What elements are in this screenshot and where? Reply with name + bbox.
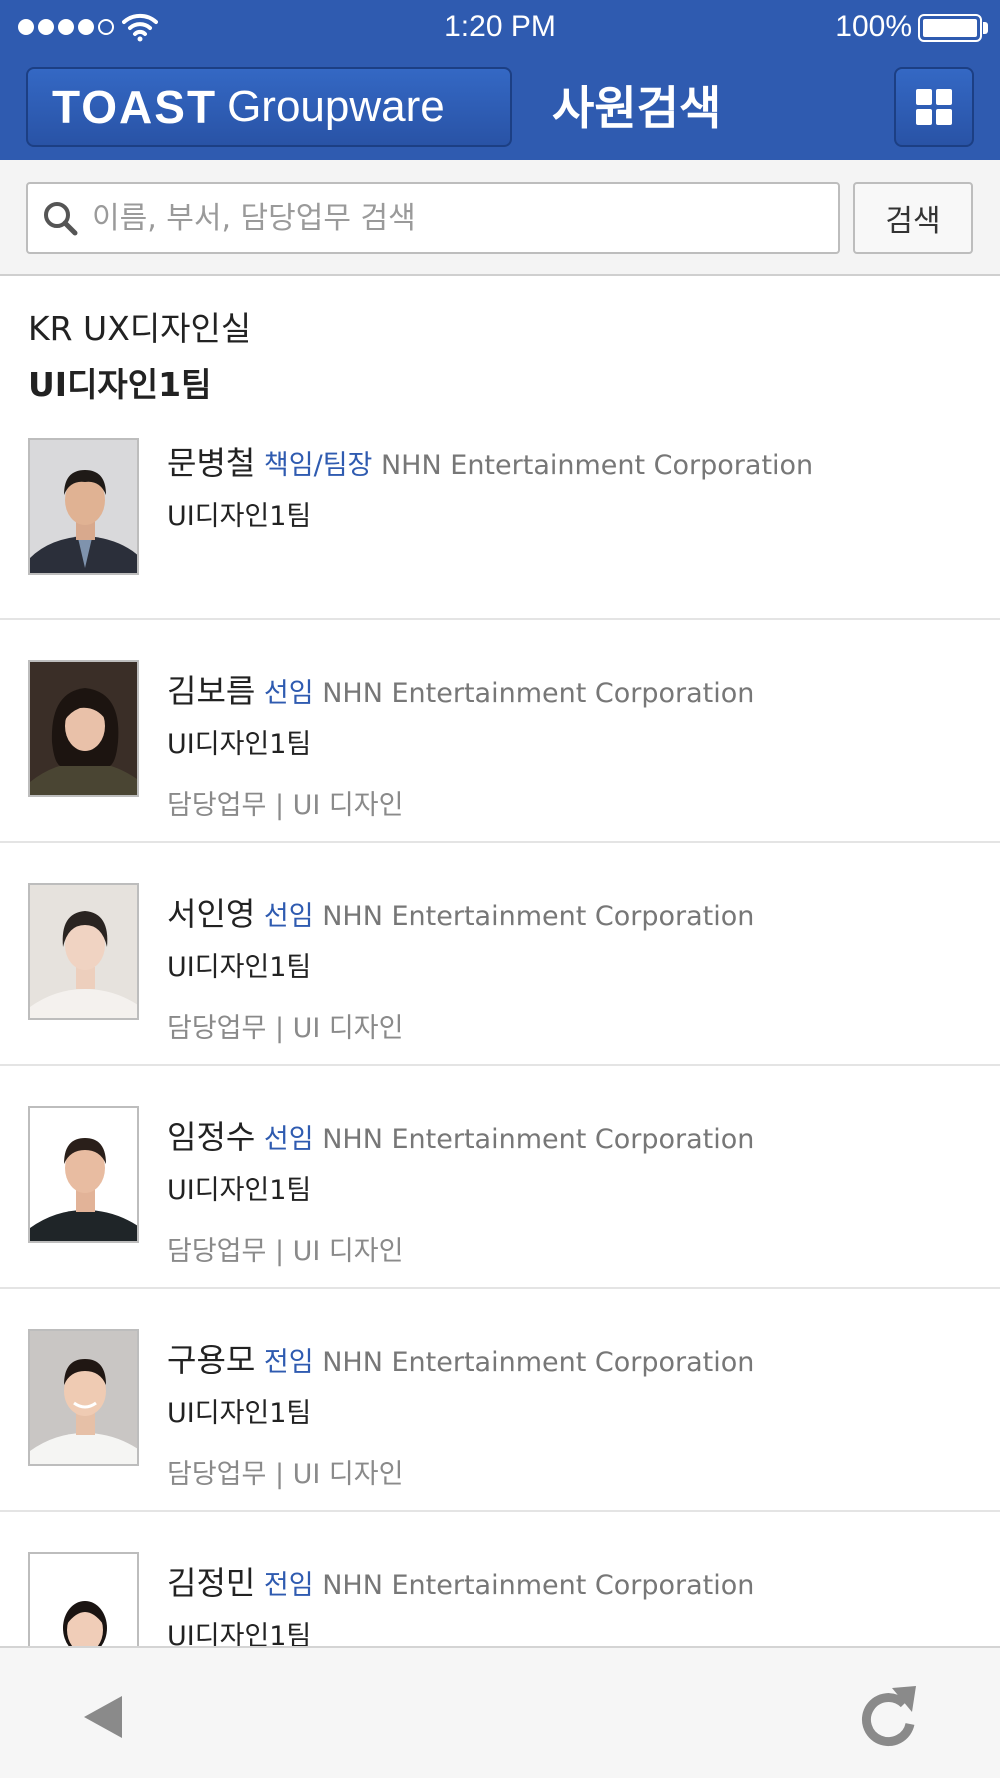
employee-team: UI디자인1팀 — [167, 952, 312, 983]
battery-icon — [918, 14, 982, 42]
employee-photo — [28, 1552, 139, 1646]
search-field[interactable] — [26, 182, 840, 254]
employee-info: 임정수 선임 NHN Entertainment Corporation UI디… — [167, 1112, 754, 1268]
battery-percentage: 100% — [835, 10, 912, 43]
employee-company: NHN Entertainment Corporation — [322, 901, 755, 932]
app-header: TOAST Groupware 사원검색 — [0, 54, 1000, 160]
department-heading: KR UX디자인실 UI디자인1팀 — [28, 302, 251, 406]
employee-row[interactable]: 서인영 선임 NHN Entertainment Corporation UI디… — [0, 843, 1000, 1066]
search-bar: 검색 — [0, 160, 1000, 276]
employee-duty: 담당업무 | UI 디자인 — [167, 1459, 404, 1490]
employee-team: UI디자인1팀 — [167, 1175, 312, 1206]
employee-photo — [28, 438, 139, 575]
employee-photo — [28, 1106, 139, 1243]
employee-name: 문병철 — [167, 444, 256, 482]
employee-row[interactable]: 문병철 책임/팀장 NHN Entertainment Corporation … — [0, 416, 1000, 620]
employee-photo — [28, 1329, 139, 1466]
status-bar: 1:20 PM 100% — [0, 0, 1000, 54]
employee-photo — [28, 660, 139, 797]
employee-duty: 담당업무 | UI 디자인 — [167, 1236, 404, 1267]
employee-row[interactable]: 임정수 선임 NHN Entertainment Corporation UI디… — [0, 1066, 1000, 1289]
team-name: UI디자인1팀 — [28, 365, 212, 404]
employee-info: 구용모 전임 NHN Entertainment Corporation UI디… — [167, 1335, 754, 1491]
employee-company: NHN Entertainment Corporation — [380, 450, 814, 481]
search-icon — [44, 202, 78, 236]
employee-row[interactable]: 구용모 전임 NHN Entertainment Corporation UI디… — [0, 1289, 1000, 1512]
logo-brand: TOAST — [52, 81, 218, 133]
page-title: 사원검색 — [552, 81, 722, 135]
grid-menu-icon — [916, 89, 932, 105]
back-arrow-icon[interactable] — [78, 1692, 128, 1742]
refresh-icon[interactable] — [856, 1682, 920, 1748]
home-logo-button[interactable]: TOAST Groupware — [26, 67, 512, 147]
employee-row[interactable]: 김보름 선임 NHN Entertainment Corporation UI디… — [0, 620, 1000, 843]
logo-product: Groupware — [227, 82, 445, 131]
employee-title: 전임 — [263, 1570, 314, 1601]
search-input[interactable] — [92, 200, 792, 236]
battery-tip — [983, 22, 988, 34]
employee-info: 서인영 선임 NHN Entertainment Corporation UI디… — [167, 889, 754, 1045]
employee-team: UI디자인1팀 — [167, 729, 312, 760]
employee-company: NHN Entertainment Corporation — [322, 1124, 755, 1155]
employee-team: UI디자인1팀 — [167, 501, 312, 532]
employee-list: 문병철 책임/팀장 NHN Entertainment Corporation … — [0, 416, 1000, 1646]
employee-name: 임정수 — [167, 1118, 256, 1156]
employee-row[interactable]: 김정민 전임 NHN Entertainment Corporation UI디… — [0, 1512, 1000, 1646]
employee-photo — [28, 883, 139, 1020]
employee-company: NHN Entertainment Corporation — [322, 678, 755, 709]
employee-team: UI디자인1팀 — [167, 1398, 312, 1429]
employee-name: 김보름 — [167, 672, 256, 710]
employee-title: 선임 — [263, 678, 314, 709]
employee-company: NHN Entertainment Corporation — [322, 1347, 755, 1378]
employee-info: 김정민 전임 NHN Entertainment Corporation UI디… — [167, 1558, 754, 1646]
employee-team: UI디자인1팀 — [167, 1621, 312, 1646]
employee-duty: 담당업무 | UI 디자인 — [167, 1013, 404, 1044]
employee-name: 김정민 — [167, 1564, 256, 1602]
search-button[interactable]: 검색 — [853, 182, 973, 254]
employee-title: 책임/팀장 — [263, 450, 373, 481]
department-name: KR UX디자인실 — [28, 309, 252, 348]
bottom-nav-bar — [0, 1646, 1000, 1778]
employee-title: 전임 — [263, 1347, 314, 1378]
employee-name: 구용모 — [167, 1341, 256, 1379]
employee-duty: 담당업무 | UI 디자인 — [167, 790, 404, 821]
employee-info: 문병철 책임/팀장 NHN Entertainment Corporation … — [167, 438, 813, 533]
employee-company: NHN Entertainment Corporation — [322, 1570, 755, 1601]
employee-info: 김보름 선임 NHN Entertainment Corporation UI디… — [167, 666, 754, 822]
employee-title: 선임 — [263, 1124, 314, 1155]
employee-title: 선임 — [263, 901, 314, 932]
grid-menu-button[interactable] — [894, 67, 974, 147]
employee-name: 서인영 — [167, 895, 256, 933]
